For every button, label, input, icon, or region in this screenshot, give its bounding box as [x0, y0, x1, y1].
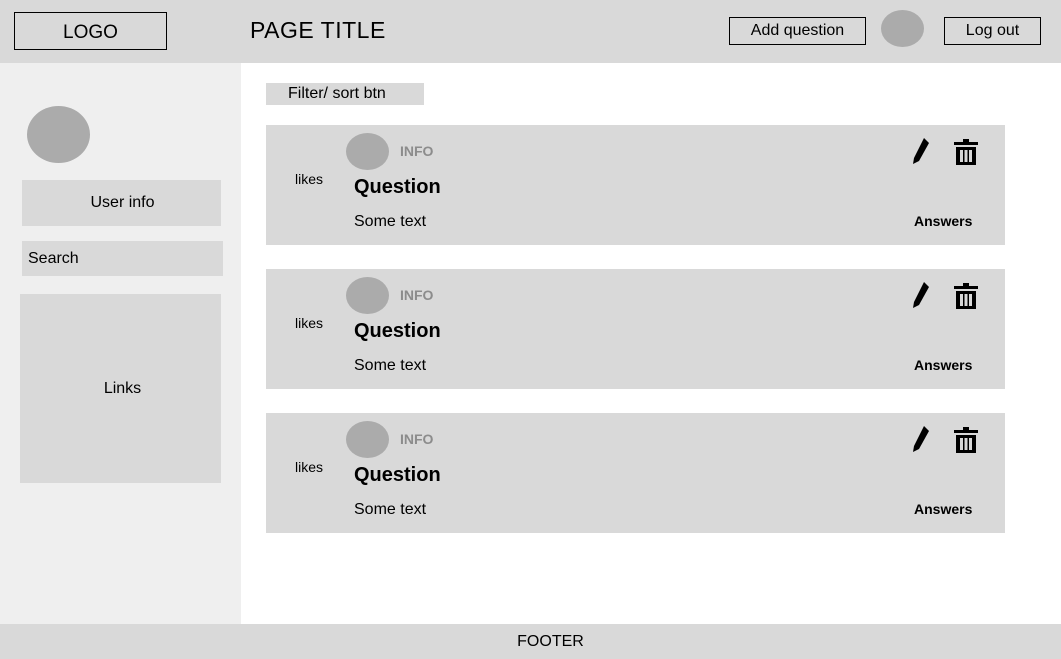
user-info-panel[interactable]: User info: [22, 180, 221, 226]
author-avatar: [346, 133, 389, 170]
answers-link[interactable]: Answers: [914, 213, 972, 229]
answers-link[interactable]: Answers: [914, 357, 972, 373]
search-input[interactable]: Search: [22, 241, 223, 276]
header: LOGO PAGE TITLE Add question Log out: [0, 0, 1061, 63]
question-info: INFO: [400, 287, 434, 303]
answers-link[interactable]: Answers: [914, 501, 972, 517]
author-avatar: [346, 421, 389, 458]
logout-button[interactable]: Log out: [944, 17, 1041, 45]
footer: FOOTER: [0, 624, 1061, 659]
question-info: INFO: [400, 431, 434, 447]
logo[interactable]: LOGO: [14, 12, 167, 50]
trash-icon[interactable]: [954, 427, 978, 453]
question-title[interactable]: Question: [354, 176, 441, 199]
question-card[interactable]: likes INFO Question Some text Answers: [266, 413, 1005, 533]
question-text: Some text: [354, 501, 427, 518]
trash-icon[interactable]: [954, 139, 978, 165]
question-text: Some text: [354, 357, 427, 374]
author-avatar: [346, 277, 389, 314]
sidebar: User info Search Links: [0, 63, 241, 624]
question-card[interactable]: likes INFO Question Some text Answers: [266, 125, 1005, 245]
add-question-button[interactable]: Add question: [729, 17, 866, 45]
question-card[interactable]: likes INFO Question Some text Answers: [266, 269, 1005, 389]
likes-label[interactable]: likes: [295, 171, 323, 187]
pencil-icon[interactable]: [912, 137, 932, 171]
question-title[interactable]: Question: [354, 320, 441, 343]
question-title[interactable]: Question: [354, 464, 441, 487]
likes-label[interactable]: likes: [295, 459, 323, 475]
profile-avatar: [27, 106, 90, 163]
pencil-icon[interactable]: [912, 281, 932, 315]
user-avatar[interactable]: [881, 10, 924, 47]
question-text: Some text: [354, 213, 427, 230]
question-info: INFO: [400, 143, 434, 159]
pencil-icon[interactable]: [912, 425, 932, 459]
links-panel[interactable]: Links: [20, 294, 221, 483]
page-title: PAGE TITLE: [250, 17, 386, 43]
filter-sort-button[interactable]: Filter/ sort btn: [266, 83, 424, 105]
trash-icon[interactable]: [954, 283, 978, 309]
likes-label[interactable]: likes: [295, 315, 323, 331]
